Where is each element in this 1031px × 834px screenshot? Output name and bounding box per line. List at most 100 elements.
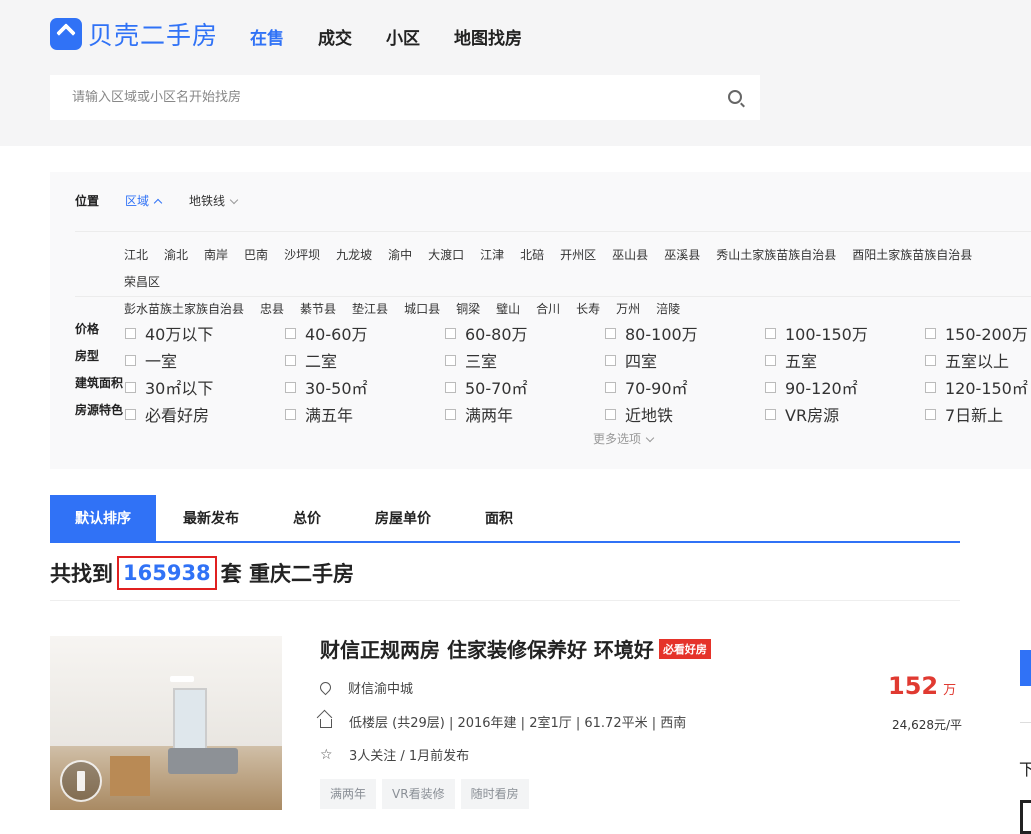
filter-option-label: 二室 bbox=[305, 352, 338, 371]
district-item[interactable]: 沙坪坝 bbox=[284, 242, 320, 269]
checkbox[interactable] bbox=[605, 327, 616, 339]
tab-area[interactable]: 面积 bbox=[458, 495, 540, 541]
checkbox[interactable] bbox=[125, 381, 136, 393]
district-item[interactable]: 彭水苗族土家族自治县 bbox=[124, 296, 244, 323]
district-item[interactable]: 忠县 bbox=[260, 296, 284, 323]
district-item[interactable]: 合川 bbox=[536, 296, 560, 323]
checkbox[interactable] bbox=[765, 381, 776, 393]
district-item[interactable]: 酉阳土家族苗族自治县 bbox=[852, 242, 972, 269]
checkbox[interactable] bbox=[285, 354, 296, 366]
filter-option[interactable]: 满五年 bbox=[285, 402, 353, 426]
tab-total-price[interactable]: 总价 bbox=[266, 495, 348, 541]
checkbox[interactable] bbox=[605, 354, 616, 366]
filter-option[interactable]: VR房源 bbox=[765, 402, 839, 426]
nav-community[interactable]: 小区 bbox=[386, 24, 420, 49]
search-input[interactable] bbox=[72, 90, 692, 105]
listing-tags: 满两年 VR看装修 随时看房 bbox=[320, 779, 535, 809]
more-options-button[interactable]: 更多选项 bbox=[593, 430, 655, 447]
checkbox[interactable] bbox=[445, 381, 456, 393]
filter-option-label: 90-120㎡ bbox=[785, 379, 858, 398]
filter-option[interactable]: 90-120㎡ bbox=[765, 375, 858, 399]
district-item[interactable]: 北碚 bbox=[520, 242, 544, 269]
checkbox[interactable] bbox=[605, 381, 616, 393]
checkbox[interactable] bbox=[925, 354, 936, 366]
photo-sofa bbox=[168, 748, 238, 774]
filter-option[interactable]: 70-90㎡ bbox=[605, 375, 688, 399]
search-icon[interactable] bbox=[728, 90, 742, 104]
checkbox[interactable] bbox=[445, 408, 456, 420]
checkbox[interactable] bbox=[285, 381, 296, 393]
district-item[interactable]: 巴南 bbox=[244, 242, 268, 269]
filter-option[interactable]: 60-80万 bbox=[445, 321, 528, 345]
filter-option[interactable]: 满两年 bbox=[445, 402, 513, 426]
checkbox[interactable] bbox=[925, 327, 936, 339]
district-item[interactable]: 綦节县 bbox=[300, 296, 336, 323]
district-item[interactable]: 南岸 bbox=[204, 242, 228, 269]
filter-option[interactable]: 近地铁 bbox=[605, 402, 673, 426]
listing-title[interactable]: 财信正规两房 住家装修保养好 环境好 bbox=[320, 634, 654, 663]
filter-option[interactable]: 五室 bbox=[765, 348, 817, 372]
checkbox[interactable] bbox=[445, 327, 456, 339]
district-item[interactable]: 江津 bbox=[480, 242, 504, 269]
tab-unit-price[interactable]: 房屋单价 bbox=[348, 495, 458, 541]
district-item[interactable]: 秀山土家族苗族自治县 bbox=[716, 242, 836, 269]
filter-option[interactable]: 80-100万 bbox=[605, 321, 698, 345]
community-name[interactable]: 财信渝中城 bbox=[348, 678, 413, 697]
district-item[interactable]: 渝中 bbox=[388, 242, 412, 269]
checkbox[interactable] bbox=[125, 354, 136, 366]
checkbox[interactable] bbox=[765, 327, 776, 339]
filter-option[interactable]: 四室 bbox=[605, 348, 657, 372]
district-item[interactable]: 涪陵 bbox=[656, 296, 680, 323]
filter-option[interactable]: 30-50㎡ bbox=[285, 375, 368, 399]
nav-on-sale[interactable]: 在售 bbox=[250, 24, 284, 49]
district-item[interactable]: 巫溪县 bbox=[664, 242, 700, 269]
checkbox[interactable] bbox=[765, 354, 776, 366]
vr-icon[interactable] bbox=[60, 760, 102, 802]
nav-map-search[interactable]: 地图找房 bbox=[454, 24, 522, 49]
filter-option[interactable]: 必看好房 bbox=[125, 402, 209, 426]
checkbox[interactable] bbox=[605, 408, 616, 420]
tab-default-sort[interactable]: 默认排序 bbox=[50, 495, 156, 541]
checkbox[interactable] bbox=[125, 327, 136, 339]
listing-photo[interactable] bbox=[50, 636, 282, 810]
district-item[interactable]: 开州区 bbox=[560, 242, 596, 269]
checkbox[interactable] bbox=[765, 408, 776, 420]
filter-option[interactable]: 二室 bbox=[285, 348, 337, 372]
logo[interactable]: 贝壳二手房 bbox=[50, 18, 218, 50]
tag: 随时看房 bbox=[460, 779, 529, 809]
district-item[interactable]: 巫山县 bbox=[612, 242, 648, 269]
district-item[interactable]: 渝北 bbox=[164, 242, 188, 269]
district-item[interactable]: 大渡口 bbox=[428, 242, 464, 269]
checkbox[interactable] bbox=[285, 327, 296, 339]
district-item[interactable]: 长寿 bbox=[576, 296, 600, 323]
tab-subway[interactable]: 地铁线 bbox=[189, 192, 239, 209]
district-item[interactable]: 璧山 bbox=[496, 296, 520, 323]
nav-sold[interactable]: 成交 bbox=[318, 24, 352, 49]
side-button[interactable] bbox=[1020, 650, 1031, 686]
filter-option[interactable]: 30㎡以下 bbox=[125, 375, 213, 399]
district-item[interactable]: 江北 bbox=[124, 242, 148, 269]
filter-option[interactable]: 40-60万 bbox=[285, 321, 368, 345]
filter-option[interactable]: 150-200万 bbox=[925, 321, 1028, 345]
filter-option[interactable]: 一室 bbox=[125, 348, 177, 372]
filter-option[interactable]: 50-70㎡ bbox=[445, 375, 528, 399]
filter-option[interactable]: 五室以上 bbox=[925, 348, 1009, 372]
district-item[interactable]: 铜梁 bbox=[456, 296, 480, 323]
checkbox[interactable] bbox=[285, 408, 296, 420]
checkbox[interactable] bbox=[125, 408, 136, 420]
checkbox[interactable] bbox=[925, 408, 936, 420]
filter-option[interactable]: 100-150万 bbox=[765, 321, 868, 345]
checkbox[interactable] bbox=[925, 381, 936, 393]
filter-option[interactable]: 40万以下 bbox=[125, 321, 213, 345]
checkbox[interactable] bbox=[445, 354, 456, 366]
tab-district[interactable]: 区域 bbox=[125, 192, 163, 209]
tab-latest[interactable]: 最新发布 bbox=[156, 495, 266, 541]
district-item[interactable]: 九龙坡 bbox=[336, 242, 372, 269]
filter-option[interactable]: 三室 bbox=[445, 348, 497, 372]
district-item[interactable]: 垫江县 bbox=[352, 296, 388, 323]
district-item[interactable]: 万州 bbox=[616, 296, 640, 323]
district-item[interactable]: 城口县 bbox=[404, 296, 440, 323]
district-item[interactable]: 荣昌区 bbox=[124, 269, 160, 296]
filter-option[interactable]: 7日新上 bbox=[925, 402, 1003, 426]
filter-option[interactable]: 120-150㎡ bbox=[925, 375, 1028, 399]
